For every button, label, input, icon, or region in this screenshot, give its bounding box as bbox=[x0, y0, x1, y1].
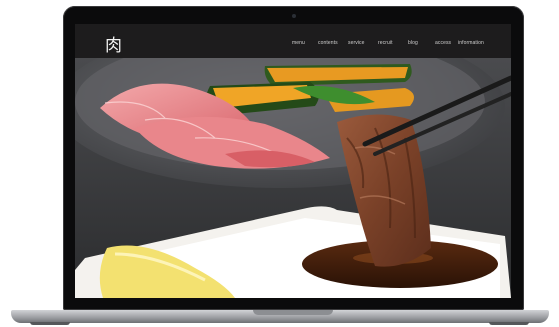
laptop-foot-right bbox=[489, 322, 529, 325]
nav-item-information[interactable]: information bbox=[458, 40, 484, 46]
nav-item-recruit[interactable]: recruit bbox=[378, 40, 393, 46]
laptop-foot-left bbox=[30, 322, 70, 325]
nav-item-menu[interactable]: menu bbox=[292, 40, 305, 46]
nav-item-contents[interactable]: contents bbox=[318, 40, 338, 46]
nav-item-service[interactable]: service bbox=[348, 40, 365, 46]
main-nav: menu contents service recruit blog acces… bbox=[75, 40, 511, 50]
nav-item-blog[interactable]: blog bbox=[408, 40, 418, 46]
laptop-hinge-notch bbox=[253, 310, 333, 315]
webcam-icon bbox=[292, 14, 296, 18]
laptop-screen: 肉 menu contents service recruit blog acc… bbox=[75, 24, 511, 298]
site-header: 肉 menu contents service recruit blog acc… bbox=[75, 24, 511, 59]
hero-image bbox=[75, 58, 511, 298]
nav-item-access[interactable]: access bbox=[435, 40, 451, 46]
